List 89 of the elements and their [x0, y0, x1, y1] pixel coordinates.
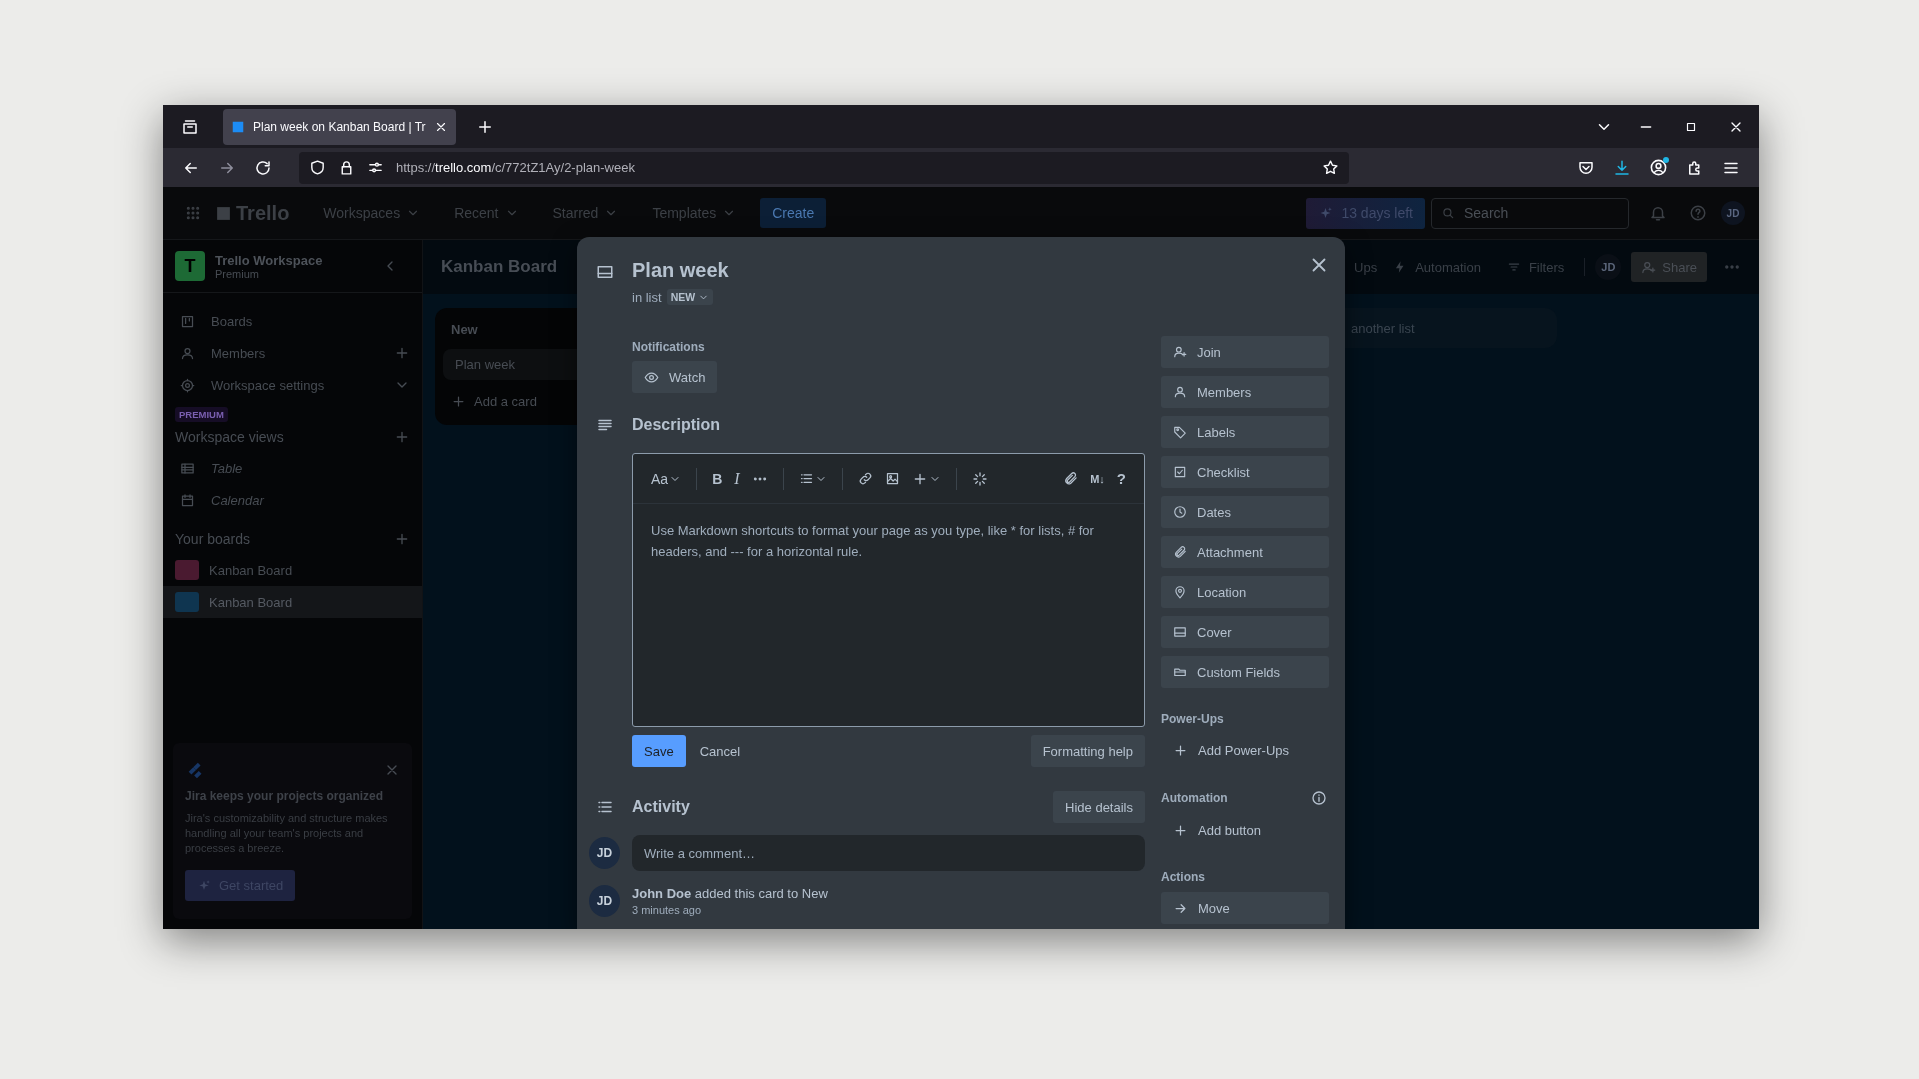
card-action-button[interactable]: Custom Fields: [1161, 656, 1329, 688]
description-editor[interactable]: Aa B I M↓ ? Use Markdown shortcuts to format your page as you type, like * for lists, # for headers, and --- for a horizontal rule.: [632, 453, 1145, 727]
workspace-plan: Premium: [215, 267, 259, 280]
image-icon[interactable]: [884, 471, 900, 486]
bullet-list-icon[interactable]: [798, 471, 814, 486]
section-heading: Activity: [632, 798, 690, 816]
cover-icon: [1173, 625, 1187, 639]
folder-icon: [1173, 665, 1187, 679]
sidebar-item-icon: [180, 313, 195, 329]
list-label: in list: [632, 289, 662, 305]
checkbox-icon: [1173, 465, 1187, 479]
notification-dot: [1663, 157, 1669, 163]
sidebar-item-icon: [180, 345, 195, 361]
reload-icon[interactable]: [254, 158, 272, 177]
add-button-button[interactable]: Add button: [1161, 814, 1329, 846]
section-label: Actions: [1161, 870, 1206, 884]
person-icon: [1173, 385, 1187, 399]
app-switcher-icon[interactable]: [185, 205, 201, 221]
url-text: https://trello.com/c/772tZ1Ay/2-plan-week: [396, 160, 635, 175]
member-avatar[interactable]: JD: [1595, 254, 1622, 280]
attachment-icon[interactable]: [1063, 471, 1079, 486]
section-label: Automation: [1161, 791, 1228, 805]
browser-tab[interactable]: Plan week on Kanban Board | Tr: [223, 108, 456, 145]
formatting-help-button[interactable]: Formatting help: [1030, 735, 1145, 767]
text-style-button[interactable]: Aa: [647, 466, 686, 491]
tag-icon: [1173, 425, 1187, 439]
bookmark-star-icon[interactable]: [1322, 159, 1339, 176]
section-heading: Description: [632, 416, 720, 434]
sidebar-item-icon: [180, 377, 195, 393]
tab-list-icon[interactable]: [181, 117, 199, 136]
eye-icon: [644, 369, 659, 385]
card-action-button[interactable]: Dates: [1161, 496, 1329, 528]
user-avatar: JD: [589, 837, 620, 869]
section-label: Power-Ups: [1161, 712, 1225, 726]
address-bar[interactable]: https://trello.com/c/772tZ1Ay/2-plan-week: [299, 151, 1349, 184]
card-action-button[interactable]: Location: [1161, 576, 1329, 608]
workspace-logo: T: [175, 251, 205, 281]
info-icon[interactable]: [1311, 790, 1327, 806]
paperclip-icon: [1173, 545, 1187, 559]
bold-button[interactable]: B: [708, 466, 727, 491]
section-title: Workspace views: [175, 429, 284, 445]
pin-icon: [1173, 585, 1187, 599]
save-button[interactable]: Save: [632, 735, 686, 767]
card-action-button[interactable]: Labels: [1161, 416, 1329, 448]
account-icon[interactable]: [1649, 158, 1668, 177]
activity-time[interactable]: 3 minutes ago: [632, 904, 1145, 916]
plus-icon: [1173, 822, 1188, 838]
help-button[interactable]: ?: [1112, 466, 1130, 491]
card-action-button[interactable]: Members: [1161, 376, 1329, 408]
italic-button[interactable]: I: [730, 465, 744, 492]
promo-title: Jira keeps your projects organized: [185, 789, 385, 803]
add-person-icon: [1641, 259, 1657, 275]
clock-icon: [1173, 505, 1187, 519]
workspace-name: Trello Workspace: [215, 252, 324, 268]
user-avatar: JD: [589, 885, 620, 917]
favicon-icon: [231, 119, 245, 134]
markdown-button[interactable]: M↓: [1086, 468, 1109, 489]
plus-icon: [1173, 742, 1188, 758]
card-icon: [595, 263, 614, 281]
user-avatar[interactable]: JD: [1721, 201, 1745, 225]
filter-icon: [1506, 260, 1521, 274]
view-icon: [180, 460, 195, 476]
activity-text: John Doe added this card to New: [632, 886, 829, 901]
list-dropdown[interactable]: NEW: [666, 289, 714, 305]
view-icon: [180, 492, 195, 508]
section-title: Your boards: [175, 531, 250, 547]
create-button[interactable]: Create: [760, 198, 827, 228]
card-action-button[interactable]: Attachment: [1161, 536, 1329, 568]
add-person-icon: [1173, 345, 1187, 359]
cancel-button[interactable]: Cancel: [689, 743, 751, 759]
tab-title: Plan week on Kanban Board | Tr: [253, 119, 426, 134]
board-name: Kanban Board: [209, 594, 293, 610]
board-name: Kanban Board: [209, 562, 293, 578]
add-power-ups-button[interactable]: Add Power-Ups: [1161, 734, 1329, 766]
card-action-button[interactable]: Join: [1161, 336, 1329, 368]
download-icon[interactable]: [1613, 158, 1631, 177]
hide-details-button[interactable]: Hide details: [1053, 791, 1145, 823]
card-action-button[interactable]: Cover: [1161, 616, 1329, 648]
comment-field[interactable]: Write a comment…: [632, 835, 1145, 871]
search-field[interactable]: Search: [1431, 197, 1629, 229]
premium-badge: PREMIUM: [175, 407, 228, 422]
plus-icon: [451, 394, 466, 409]
watch-button[interactable]: Watch: [632, 361, 718, 393]
search-icon: [1441, 205, 1455, 220]
card-action-button[interactable]: Checklist: [1161, 456, 1329, 488]
card-title[interactable]: Plan week: [632, 257, 729, 283]
move-button[interactable]: Move: [1161, 892, 1329, 924]
link-icon[interactable]: [857, 471, 873, 486]
shield-icon[interactable]: [309, 159, 326, 176]
